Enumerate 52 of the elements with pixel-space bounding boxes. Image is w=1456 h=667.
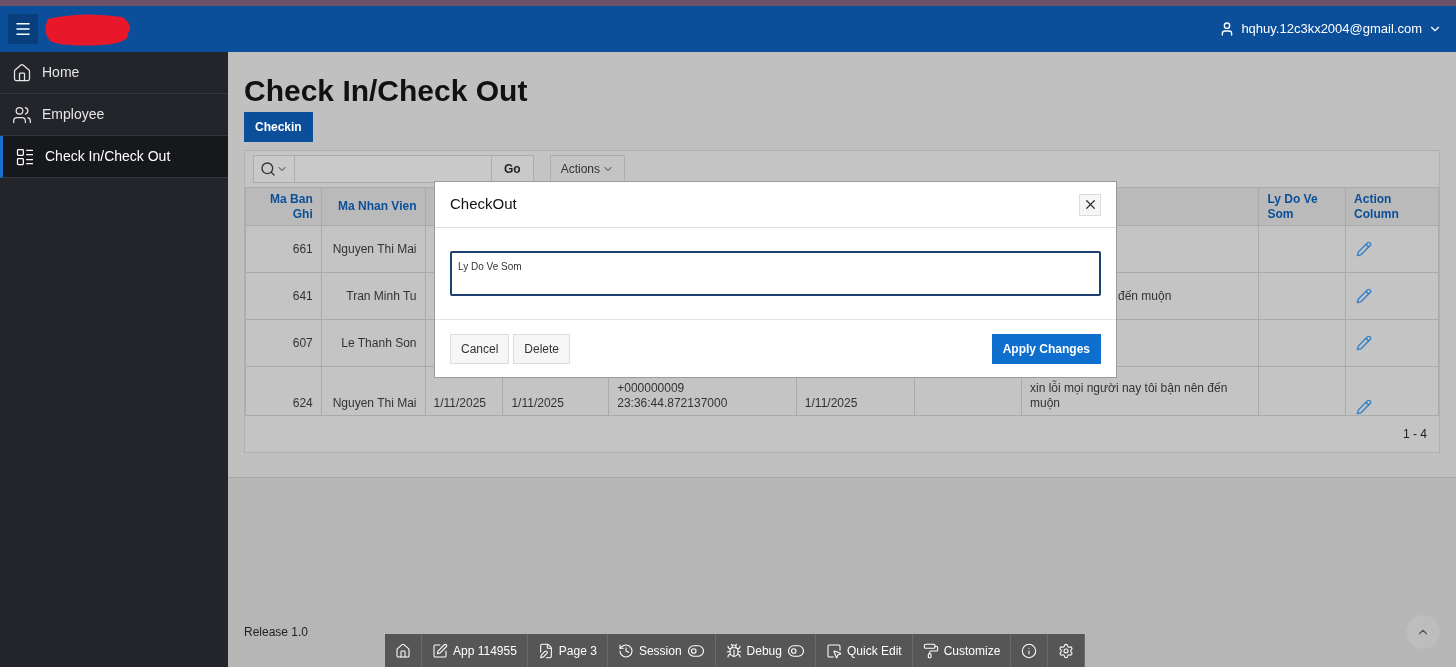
user-menu[interactable]: hqhuy.12c3kx2004@gmail.com <box>1219 19 1448 39</box>
pointer-icon <box>825 642 842 659</box>
table-cell-text: Nguyen Thi Mai <box>331 396 417 411</box>
table-cell-text: 607 <box>291 335 313 351</box>
pagination-range: 1 - 4 <box>1403 426 1427 443</box>
table-cell-text: 641 <box>291 288 313 304</box>
page-title: Check In/Check Out <box>244 73 529 109</box>
home-icon <box>395 642 411 659</box>
toolbar-button[interactable]: Page 3 <box>527 634 608 667</box>
toolbar-button[interactable]: Customize <box>912 634 1012 667</box>
toolbar-button[interactable]: Quick Edit <box>815 634 913 667</box>
bug-icon <box>725 642 742 659</box>
table-cell-text: Nguyen Thi Mai <box>331 241 417 257</box>
table-cell-text: +000000009 23:36:44.872137000 <box>617 381 729 411</box>
table-cell-text: Le Thanh Son <box>340 335 417 351</box>
toolbar-button[interactable]: App 114955 <box>422 634 528 667</box>
field-label: Ly Do Ve Som <box>458 260 523 274</box>
people-icon <box>12 104 32 125</box>
info-icon <box>1021 642 1038 659</box>
page-icon <box>537 642 554 659</box>
pencil-icon[interactable] <box>1356 335 1373 351</box>
edit-icon <box>432 642 448 659</box>
checkin-button[interactable]: Checkin <box>244 112 313 142</box>
sidebar-item[interactable]: Check In/Check Out <box>0 136 228 178</box>
toolbar-button[interactable]: Session <box>607 634 716 667</box>
dialog-button[interactable]: Cancel <box>450 333 510 364</box>
dialog-button[interactable]: Delete <box>513 333 571 364</box>
pencil-icon[interactable] <box>1356 399 1373 415</box>
table-cell-text: 661 <box>291 241 313 257</box>
pencil-icon[interactable] <box>1356 288 1373 304</box>
table-cell-text: 1/11/2025 <box>433 396 487 411</box>
home-icon <box>12 62 32 83</box>
table-cell-text: 1/11/2025 <box>804 396 859 411</box>
close-button[interactable] <box>1079 193 1101 216</box>
toolbar-button[interactable]: Debug <box>715 634 816 667</box>
pencil-icon[interactable] <box>1356 241 1373 257</box>
release-label: Release 1.0 <box>244 624 309 641</box>
sidebar-item[interactable]: Home <box>0 52 228 94</box>
table-cell-text: xin lỗi mọi người nay tôi bận nên đến muộn <box>1030 381 1229 411</box>
list-icon <box>15 146 35 167</box>
clock-icon <box>617 642 634 659</box>
dialog-title: CheckOut <box>450 194 517 215</box>
settings-icon <box>1058 642 1075 659</box>
table-cell-text: 1/11/2025 <box>511 396 565 411</box>
table-cell-text: Tran Minh Tu <box>345 288 417 304</box>
reason-field[interactable]: Ly Do Ve Som <box>450 251 1101 296</box>
paint-roller-icon <box>922 642 939 659</box>
table-cell-text: đến muộn <box>1118 288 1173 304</box>
search-field[interactable]: Go <box>253 155 534 183</box>
apply-changes-button[interactable]: Apply Changes <box>991 333 1101 364</box>
menu-icon[interactable] <box>8 14 38 44</box>
table-cell-text: 624 <box>291 396 313 411</box>
